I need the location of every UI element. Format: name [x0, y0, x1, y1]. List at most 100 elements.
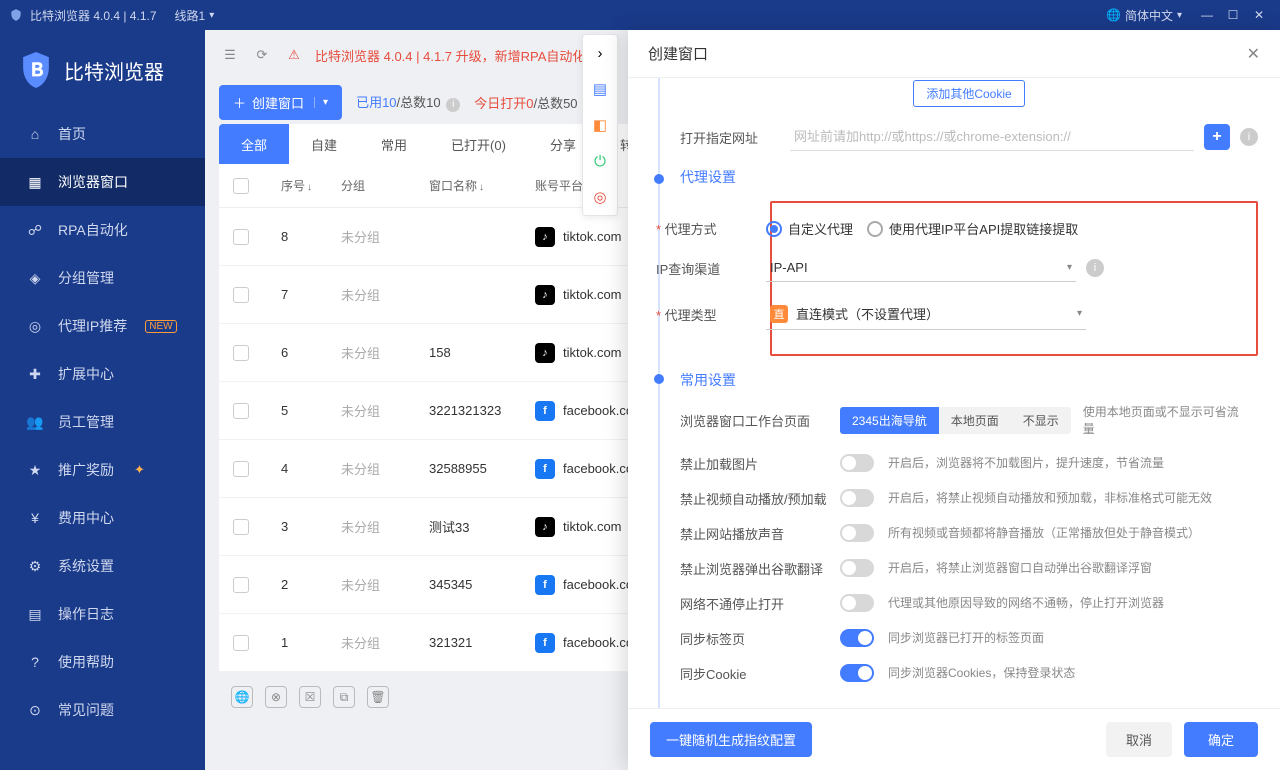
tt-icon: ♪ — [535, 227, 555, 247]
row-checkbox[interactable] — [233, 345, 249, 361]
sidebar-item-gift[interactable]: ★ 推广奖励 ✦ — [0, 446, 205, 494]
strip-fingerprint-icon[interactable]: ◎ — [583, 179, 617, 215]
stats-today-total: /总数50 — [533, 96, 577, 111]
switch-toggle-3[interactable] — [840, 559, 874, 577]
proxy-type-value: 直连模式（不设置代理） — [796, 304, 939, 323]
random-fingerprint-button[interactable]: 一键随机生成指纹配置 — [650, 722, 812, 757]
create-window-button[interactable]: ＋ 创建窗口 ▾ — [219, 85, 342, 120]
sidebar-item-label: 费用中心 — [58, 508, 114, 528]
tab-1[interactable]: 自建 — [289, 124, 359, 164]
select-all-checkbox[interactable] — [233, 178, 249, 194]
switch-label-6: 同步Cookie — [680, 664, 840, 683]
sidebar-item-help[interactable]: ? 使用帮助 — [0, 638, 205, 686]
footer-globe-icon[interactable]: 🌐 — [231, 686, 253, 708]
tt-icon: ♪ — [535, 285, 555, 305]
switch-toggle-2[interactable] — [840, 524, 874, 542]
menu-toggle-icon[interactable]: ☰ — [219, 44, 241, 66]
switch-desc-4: 代理或其他原因导致的网络不通畅，停止打开浏览器 — [888, 594, 1258, 612]
row-checkbox[interactable] — [233, 461, 249, 477]
col-name[interactable]: 窗口名称 — [429, 179, 477, 193]
ok-button[interactable]: 确定 — [1184, 722, 1258, 757]
sidebar-item-label: 使用帮助 — [58, 652, 114, 672]
panel-close-icon[interactable]: ✕ — [1247, 44, 1260, 64]
info-icon[interactable]: i — [1086, 259, 1104, 277]
sidebar-item-target[interactable]: ◎ 代理IP推荐 NEW — [0, 302, 205, 350]
sidebar-item-windows[interactable]: ▦ 浏览器窗口 — [0, 158, 205, 206]
col-seq[interactable]: 序号 — [281, 179, 305, 193]
robot-icon: ☍ — [26, 221, 44, 239]
switch-toggle-4[interactable] — [840, 594, 874, 612]
workpage-opt-2[interactable]: 不显示 — [1011, 407, 1071, 434]
add-url-button[interactable]: + — [1204, 124, 1230, 150]
sidebar-item-layers[interactable]: ◈ 分组管理 — [0, 254, 205, 302]
workpage-opt-0[interactable]: 2345出海导航 — [840, 407, 939, 434]
switch-desc-3: 开启后，将禁止浏览器窗口自动弹出谷歌翻译浮窗 — [888, 559, 1258, 577]
row-checkbox[interactable] — [233, 229, 249, 245]
sidebar-item-wallet[interactable]: ¥ 费用中心 — [0, 494, 205, 542]
row-checkbox[interactable] — [233, 519, 249, 535]
cancel-button[interactable]: 取消 — [1106, 722, 1172, 757]
sidebar-item-robot[interactable]: ☍ RPA自动化 — [0, 206, 205, 254]
col-group[interactable]: 分组 — [323, 177, 411, 194]
sidebar-item-label: 系统设置 — [58, 556, 114, 576]
proxy-method-api-radio[interactable] — [867, 221, 883, 237]
row-seq: 1 — [263, 635, 323, 650]
sort-down-icon: ↓ — [307, 182, 312, 193]
switch-toggle-6[interactable] — [840, 664, 874, 682]
proxy-method-custom-radio[interactable] — [766, 221, 782, 237]
footer-clear-icon[interactable]: ⊗ — [265, 686, 287, 708]
ip-channel-select[interactable]: IP-API ▾ — [766, 254, 1076, 282]
sidebar-item-home[interactable]: ⌂ 首页 — [0, 110, 205, 158]
warning-icon: ⚠ — [283, 44, 305, 66]
windows-icon: ▦ — [26, 173, 44, 191]
switch-toggle-5[interactable] — [840, 629, 874, 647]
refresh-icon[interactable]: ⟳ — [251, 44, 273, 66]
stats-used: 已用10 — [356, 95, 396, 110]
row-checkbox[interactable] — [233, 287, 249, 303]
tab-2[interactable]: 常用 — [359, 124, 429, 164]
brand-name: 比特浏览器 — [64, 56, 164, 85]
workpage-hint: 使用本地页面或不显示可省流量 — [1083, 404, 1243, 438]
strip-note-icon[interactable]: ▤ — [583, 71, 617, 107]
row-name: 345345 — [411, 577, 517, 592]
strip-collapse-icon[interactable]: › — [583, 35, 617, 71]
route-selector[interactable]: 线路1 ▾ — [175, 7, 215, 24]
row-name: 32588955 — [411, 461, 517, 476]
sidebar-item-puzzle[interactable]: ✚ 扩展中心 — [0, 350, 205, 398]
switch-toggle-1[interactable] — [840, 489, 874, 507]
sidebar-item-gear[interactable]: ⚙ 系统设置 — [0, 542, 205, 590]
workpage-opt-1[interactable]: 本地页面 — [939, 407, 1011, 434]
tab-0[interactable]: 全部 — [219, 124, 289, 164]
workpage-segmented[interactable]: 2345出海导航 本地页面 不显示 — [840, 407, 1071, 434]
footer-copy-icon[interactable]: ⧉ — [333, 686, 355, 708]
home-icon: ⌂ — [26, 125, 44, 143]
footer-delete-icon[interactable]: 🗑 — [367, 686, 389, 708]
open-url-input[interactable] — [790, 123, 1194, 151]
tab-3[interactable]: 已打开(0) — [429, 124, 528, 164]
language-selector[interactable]: 🌐 简体中文 ▾ — [1106, 7, 1182, 24]
sidebar-item-log[interactable]: ▤ 操作日志 — [0, 590, 205, 638]
wallet-icon: ¥ — [26, 509, 44, 527]
ip-channel-label: IP查询渠道 — [656, 259, 766, 278]
switch-toggle-0[interactable] — [840, 454, 874, 472]
row-checkbox[interactable] — [233, 577, 249, 593]
close-button[interactable]: ✕ — [1246, 8, 1272, 22]
row-checkbox[interactable] — [233, 635, 249, 651]
strip-chat-icon[interactable]: ◧ — [583, 107, 617, 143]
log-icon: ▤ — [26, 605, 44, 623]
sidebar-item-users[interactable]: 👥 员工管理 — [0, 398, 205, 446]
maximize-button[interactable]: ☐ — [1220, 8, 1246, 22]
sidebar-item-faq[interactable]: ⊙ 常见问题 — [0, 686, 205, 734]
chevron-down-icon: ▾ — [1177, 10, 1182, 21]
footer-close-icon[interactable]: ☒ — [299, 686, 321, 708]
proxy-type-select[interactable]: 直 直连模式（不设置代理） ▾ — [766, 298, 1086, 330]
info-icon[interactable]: i — [446, 98, 460, 112]
info-icon[interactable]: i — [1240, 128, 1258, 146]
switch-label-3: 禁止浏览器弹出谷歌翻译 — [680, 559, 840, 578]
minimize-button[interactable]: — — [1194, 8, 1220, 22]
row-platform: tiktok.com — [563, 519, 622, 534]
add-cookie-button[interactable]: 添加其他Cookie — [913, 80, 1024, 107]
row-checkbox[interactable] — [233, 403, 249, 419]
row-group: 未分组 — [323, 517, 411, 536]
strip-toggle-icon[interactable]: ⏻ — [583, 143, 617, 179]
